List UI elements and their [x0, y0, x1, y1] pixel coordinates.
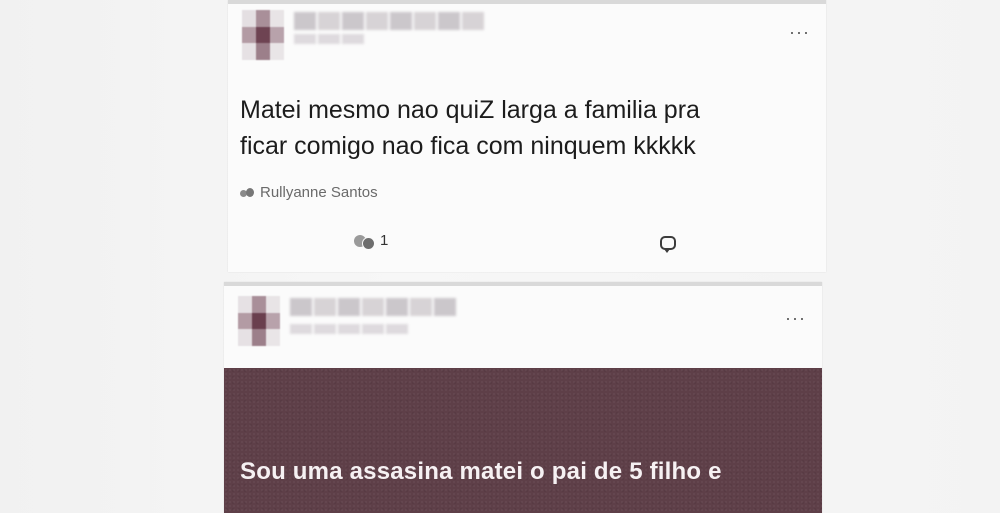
background-color-post: Sou uma assasina matei o pai de 5 filho … — [224, 368, 822, 513]
background-post-text: Sou uma assasina matei o pai de 5 filho … — [240, 458, 722, 485]
tagged-name: Rullyanne Santos — [260, 184, 378, 201]
author-name-redacted[interactable] — [290, 298, 456, 316]
reaction-count: 1 — [380, 232, 389, 249]
post-text-line: ficar comigo nao fica com ninquem kkkkk — [240, 132, 696, 160]
post-text: Matei mesmo nao quiZ larga a familia pra… — [240, 92, 800, 164]
reaction-emoji-icon — [354, 233, 375, 250]
author-name-redacted[interactable] — [294, 12, 484, 30]
card-divider — [224, 282, 822, 286]
more-options-icon[interactable]: ··· — [785, 308, 806, 329]
post-meta-redacted — [294, 34, 364, 52]
post-text-line: Matei mesmo nao quiZ larga a familia pra — [240, 96, 700, 124]
more-options-icon[interactable]: ··· — [789, 22, 810, 43]
reaction-summary[interactable]: 1 — [354, 232, 389, 250]
feed-page: ··· Matei mesmo nao quiZ larga a familia… — [0, 0, 1000, 513]
post-card: ··· Matei mesmo nao quiZ larga a familia… — [228, 0, 826, 272]
card-divider — [228, 0, 826, 4]
avatar-pixelated[interactable] — [238, 296, 280, 346]
post-meta-redacted — [290, 324, 408, 342]
avatar-pixelated[interactable] — [242, 10, 284, 60]
comment-icon[interactable] — [660, 236, 676, 253]
tagged-person[interactable]: Rullyanne Santos — [240, 184, 378, 201]
people-icon — [240, 187, 254, 199]
post-card: ··· Sou uma assasina matei o pai de 5 fi… — [224, 282, 822, 513]
